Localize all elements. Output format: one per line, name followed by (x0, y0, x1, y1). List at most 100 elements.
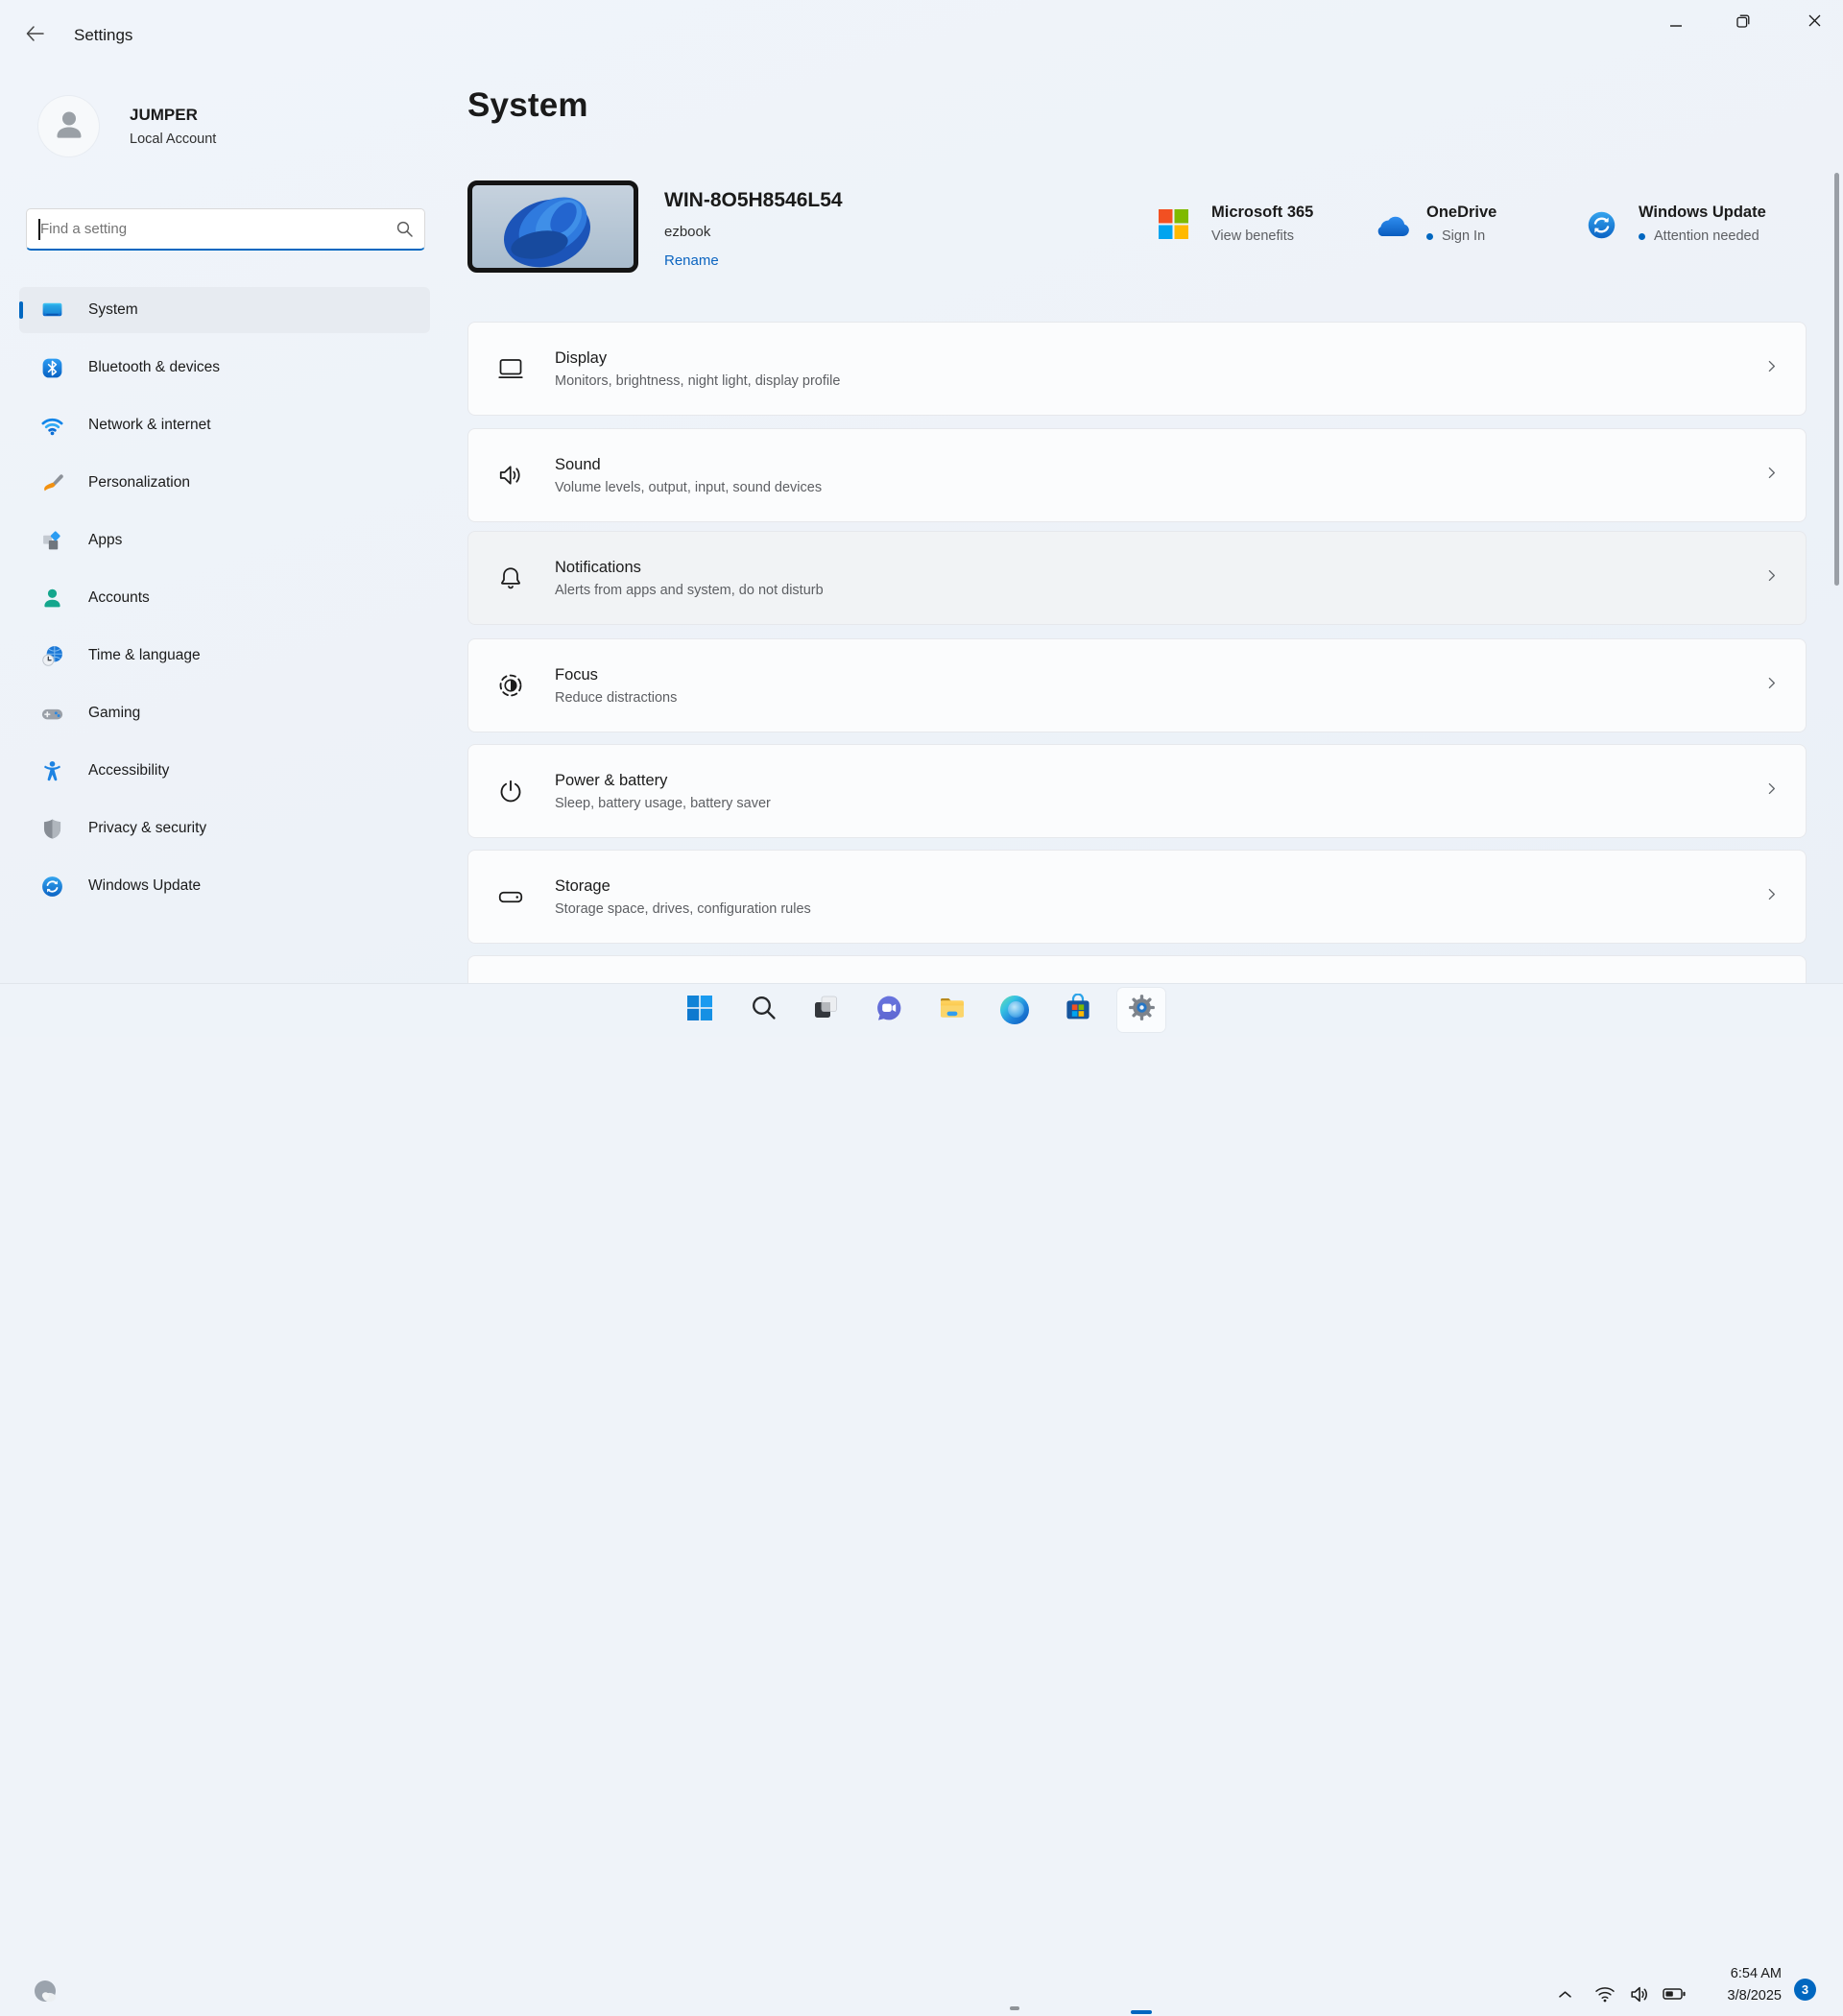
settings-card-focus[interactable]: Focus Reduce distractions (467, 638, 1807, 732)
promo-title: OneDrive (1426, 204, 1496, 222)
chevron-right-icon (1763, 358, 1780, 379)
chevron-right-icon (1763, 886, 1780, 907)
privacy-shield-icon (39, 816, 64, 841)
promo-title: Microsoft 365 (1211, 204, 1313, 222)
file-explorer-button[interactable] (933, 988, 971, 1032)
promo-subtitle: Attention needed (1654, 228, 1759, 244)
back-arrow-icon (26, 26, 44, 46)
notifications-bell-icon (496, 564, 525, 592)
card-subtitle: Volume levels, output, input, sound devi… (555, 480, 822, 495)
settings-card-notifications[interactable]: Notifications Alerts from apps and syste… (467, 531, 1807, 625)
card-subtitle: Alerts from apps and system, do not dist… (555, 583, 824, 598)
accessibility-icon (39, 758, 64, 783)
sidebar-item-label: System (88, 301, 138, 319)
promo-subtitle: View benefits (1211, 228, 1294, 244)
search-box[interactable] (26, 208, 425, 251)
restore-button[interactable] (1721, 0, 1765, 46)
task-view-button[interactable] (806, 988, 845, 1032)
taskbar-search-button[interactable] (744, 988, 782, 1032)
restore-icon (1736, 14, 1750, 33)
search-input[interactable] (40, 209, 386, 248)
taskbar-clock[interactable]: 6:54 AM 3/8/2025 (1686, 1963, 1782, 2007)
promo-onedrive[interactable]: OneDrive Sign In (1375, 204, 1496, 244)
minimize-button[interactable] (1654, 0, 1698, 46)
tray-chevron-up-icon[interactable] (1546, 1976, 1583, 2012)
sidebar-item-privacy-security[interactable]: Privacy & security (19, 805, 430, 852)
display-icon (496, 354, 525, 383)
notification-count-badge[interactable]: 3 (1794, 1979, 1816, 2001)
personalization-brush-icon (39, 470, 64, 495)
settings-card-sound[interactable]: Sound Volume levels, output, input, soun… (467, 428, 1807, 522)
device-wallpaper-thumbnail (467, 180, 638, 273)
promo-subtitle: Sign In (1442, 228, 1485, 244)
card-title: Power & battery (555, 772, 771, 790)
tray-volume-icon[interactable] (1621, 1976, 1658, 2012)
user-name: JUMPER (130, 106, 198, 125)
focus-icon (496, 671, 525, 700)
settings-window: Settings JUMPER Local Account System (0, 0, 1843, 1037)
gear-icon (1127, 993, 1157, 1027)
file-explorer-icon (938, 994, 967, 1027)
chevron-right-icon (1763, 780, 1780, 802)
sidebar-item-bluetooth-devices[interactable]: Bluetooth & devices (19, 345, 430, 391)
close-icon (1808, 14, 1821, 32)
sidebar-item-accounts[interactable]: Accounts (19, 575, 430, 621)
sidebar-item-personalization[interactable]: Personalization (19, 460, 430, 506)
sidebar-item-system[interactable]: System (19, 287, 430, 333)
device-name: WIN-8O5H8546L54 (664, 189, 843, 212)
sidebar-item-apps[interactable]: Apps (19, 517, 430, 564)
sidebar-item-accessibility[interactable]: Accessibility (19, 748, 430, 794)
back-button[interactable] (18, 20, 51, 51)
gaming-icon (39, 701, 64, 726)
titlebar: Settings (0, 0, 1843, 48)
sidebar-item-network-internet[interactable]: Network & internet (19, 402, 430, 448)
settings-card-storage[interactable]: Storage Storage space, drives, configura… (467, 850, 1807, 944)
user-avatar[interactable] (38, 96, 99, 156)
card-subtitle: Sleep, battery usage, battery saver (555, 796, 771, 811)
user-account-type: Local Account (130, 132, 216, 147)
card-subtitle: Reduce distractions (555, 690, 677, 706)
rename-link[interactable]: Rename (664, 252, 719, 269)
clock-time: 6:54 AM (1686, 1963, 1782, 1985)
settings-card-power-battery[interactable]: Power & battery Sleep, battery usage, ba… (467, 744, 1807, 838)
weather-widget-button[interactable] (23, 1972, 67, 2016)
microsoft-store-button[interactable] (1059, 988, 1097, 1032)
chat-icon (874, 994, 903, 1027)
taskbar: 6:54 AM 3/8/2025 3 (0, 983, 1843, 1037)
promo-microsoft-365[interactable]: Microsoft 365 View benefits (1159, 204, 1313, 244)
tray-wifi-icon[interactable] (1587, 1976, 1623, 2012)
sidebar-item-label: Windows Update (88, 877, 201, 895)
edge-icon (1000, 996, 1029, 1024)
status-bullet (1639, 233, 1645, 240)
sound-icon (496, 461, 525, 490)
close-button[interactable] (1786, 0, 1843, 46)
promo-windows-update[interactable]: Windows Update Attention needed (1586, 204, 1766, 244)
sidebar-item-label: Gaming (88, 705, 140, 722)
sidebar-item-label: Time & language (88, 647, 201, 664)
sidebar-item-gaming[interactable]: Gaming (19, 690, 430, 736)
text-caret (38, 219, 40, 240)
clock-date: 3/8/2025 (1686, 1985, 1782, 2007)
search-icon (751, 995, 777, 1025)
sidebar-item-label: Accessibility (88, 762, 169, 780)
edge-browser-button[interactable] (995, 988, 1034, 1032)
sidebar-item-time-language[interactable]: Time & language (19, 633, 430, 679)
edge-running-indicator (1010, 2006, 1019, 2010)
chat-button[interactable] (870, 988, 908, 1032)
time-language-icon (39, 643, 64, 668)
card-subtitle: Monitors, brightness, night light, displ… (555, 373, 840, 389)
card-subtitle: Storage space, drives, configuration rul… (555, 901, 811, 917)
settings-card-display[interactable]: Display Monitors, brightness, night ligh… (467, 322, 1807, 416)
weather-icon (30, 1977, 60, 2012)
start-button[interactable] (681, 988, 719, 1032)
sidebar-item-windows-update[interactable]: Windows Update (19, 863, 430, 909)
chevron-right-icon (1763, 567, 1780, 588)
settings-active-indicator (1131, 2010, 1152, 2014)
scrollbar-thumb[interactable] (1834, 173, 1839, 586)
card-title: Display (555, 349, 840, 368)
promo-title: Windows Update (1639, 204, 1766, 222)
windows-start-icon (686, 995, 713, 1026)
minimize-icon (1670, 14, 1682, 32)
network-icon (39, 413, 64, 438)
settings-app-button[interactable] (1117, 988, 1165, 1032)
